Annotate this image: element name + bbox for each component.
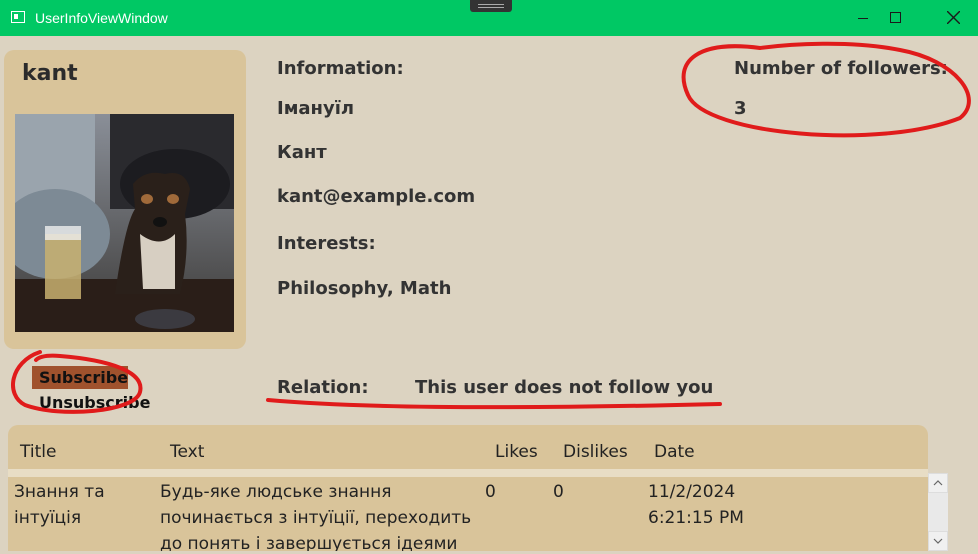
followers-count: 3 bbox=[734, 98, 747, 119]
column-header-dislikes[interactable]: Dislikes bbox=[563, 442, 628, 462]
information-heading: Information: bbox=[277, 58, 404, 79]
scroll-up-button[interactable] bbox=[928, 473, 948, 493]
post-likes: 0 bbox=[485, 482, 496, 502]
column-header-text[interactable]: Text bbox=[170, 442, 204, 462]
first-name: Іманyїл bbox=[277, 98, 355, 119]
window-title: UserInfoViewWindow bbox=[35, 10, 168, 26]
profile-photo bbox=[15, 114, 234, 332]
posts-table: Title Text Likes Dislikes Date Знання та… bbox=[8, 425, 928, 551]
app-window-icon bbox=[11, 11, 25, 23]
unsubscribe-button[interactable]: Unsubscribe bbox=[39, 393, 150, 412]
table-row[interactable]: Знання та інтуїція Будь-яке людське знан… bbox=[8, 477, 928, 551]
interests-value: Philosophy, Math bbox=[277, 278, 452, 299]
post-text-line3: до понять і завершується ідеями bbox=[160, 534, 458, 551]
header-divider bbox=[8, 469, 928, 477]
username: kant bbox=[22, 61, 78, 86]
email: kant@example.com bbox=[277, 186, 476, 207]
scroll-down-button[interactable] bbox=[928, 531, 948, 551]
post-dislikes: 0 bbox=[553, 482, 564, 502]
close-button[interactable] bbox=[930, 0, 976, 36]
relation-label: Relation: bbox=[277, 377, 369, 398]
interests-label: Interests: bbox=[277, 233, 376, 254]
chevron-down-icon bbox=[933, 538, 943, 544]
post-text-line2: починається з інтуїції, переходить bbox=[160, 508, 472, 528]
posts-scrollbar[interactable] bbox=[928, 473, 948, 551]
followers-label: Number of followers: bbox=[734, 58, 948, 79]
column-header-date[interactable]: Date bbox=[654, 442, 695, 462]
post-date-line2: 6:21:15 PM bbox=[648, 508, 744, 528]
maximize-button[interactable] bbox=[872, 0, 918, 36]
subscribe-label: Subscribe bbox=[39, 368, 129, 387]
post-title-line2: інтуїція bbox=[14, 508, 82, 528]
main-content: kant Information: Іманyїл Кант kant@exam… bbox=[2, 36, 978, 551]
column-header-title[interactable]: Title bbox=[20, 442, 56, 462]
close-icon bbox=[947, 11, 960, 24]
post-text-line1: Будь-яке людське знання bbox=[160, 482, 392, 502]
profile-card: kant bbox=[4, 50, 246, 349]
chevron-up-icon bbox=[933, 480, 943, 486]
minimize-icon bbox=[858, 18, 868, 19]
maximize-icon bbox=[890, 12, 901, 23]
relation-value: This user does not follow you bbox=[415, 377, 714, 398]
column-header-likes[interactable]: Likes bbox=[495, 442, 538, 462]
drag-grip-icon[interactable] bbox=[470, 0, 512, 12]
post-date-line1: 11/2/2024 bbox=[648, 482, 736, 502]
last-name: Кант bbox=[277, 142, 327, 163]
subscribe-button[interactable]: Subscribe bbox=[32, 366, 128, 389]
post-title-line1: Знання та bbox=[14, 482, 105, 502]
title-bar: UserInfoViewWindow bbox=[0, 0, 978, 36]
